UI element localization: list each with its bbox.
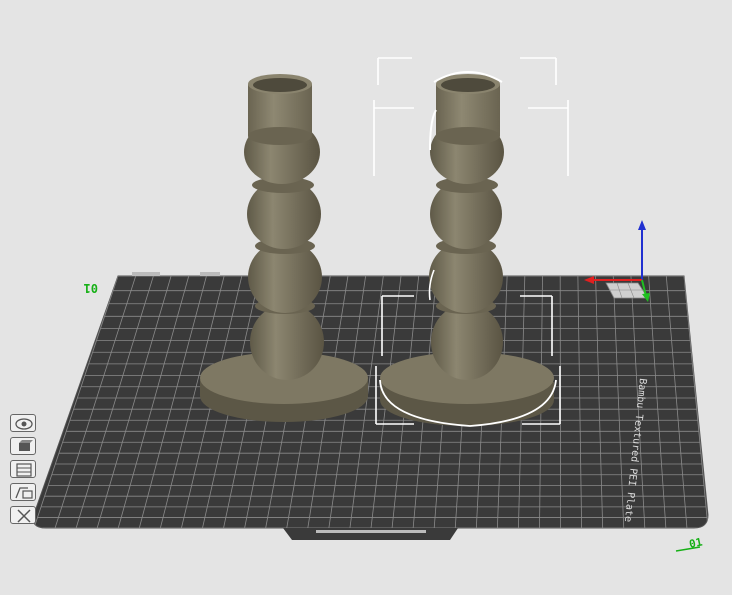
plate-number-label: 01 <box>84 281 98 295</box>
orient-view-button[interactable] <box>10 414 36 432</box>
split-icon <box>15 487 33 499</box>
plate-tab <box>283 528 458 540</box>
axis-z-arrow <box>638 220 646 230</box>
split-button[interactable] <box>10 483 36 501</box>
layers-icon <box>16 463 32 477</box>
cube-icon <box>19 440 33 451</box>
close-button[interactable] <box>10 506 36 524</box>
plate-indicator <box>132 272 220 276</box>
arrange-button[interactable] <box>10 437 36 455</box>
layers-button[interactable] <box>10 460 36 478</box>
close-x-icon <box>17 509 31 523</box>
candlestick-1[interactable] <box>200 74 368 422</box>
candlestick-2[interactable] <box>379 71 557 427</box>
build-plate <box>32 275 709 540</box>
eye-circle-icon <box>15 418 33 430</box>
plate-tab-handle <box>316 530 426 533</box>
3d-viewport[interactable]: 01 Bambu Textured PEI Plate 01 <box>0 0 732 595</box>
build-plate-scene[interactable]: 01 Bambu Textured PEI Plate 01 <box>0 0 732 595</box>
plate-index-mark: 01 <box>675 535 704 552</box>
